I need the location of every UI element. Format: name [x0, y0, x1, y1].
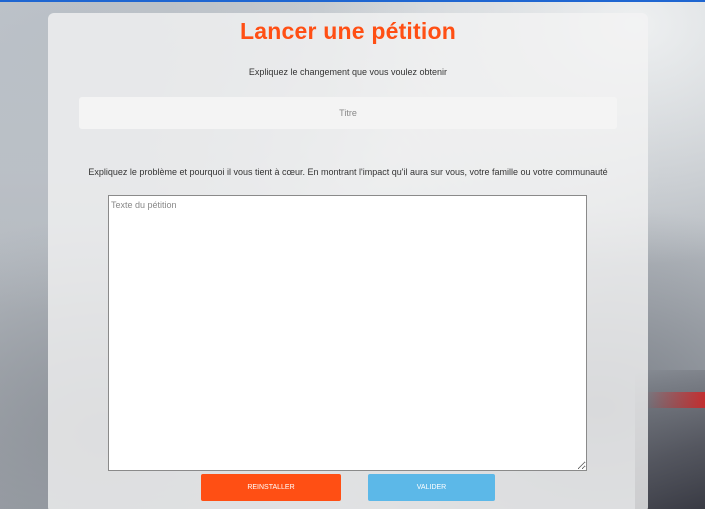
top-accent-bar	[0, 0, 705, 2]
form-description: Expliquez le problème et pourquoi il vou…	[88, 167, 608, 177]
page-title: Lancer une pétition	[240, 18, 456, 44]
petition-title-input[interactable]	[79, 97, 617, 129]
form-subtitle: Expliquez le changement que vous voulez …	[248, 67, 448, 77]
submit-button[interactable]: VALIDER	[368, 474, 495, 501]
reset-button[interactable]: REINSTALLER	[201, 474, 341, 501]
background-accent	[645, 392, 705, 408]
petition-text-area[interactable]	[108, 195, 587, 471]
